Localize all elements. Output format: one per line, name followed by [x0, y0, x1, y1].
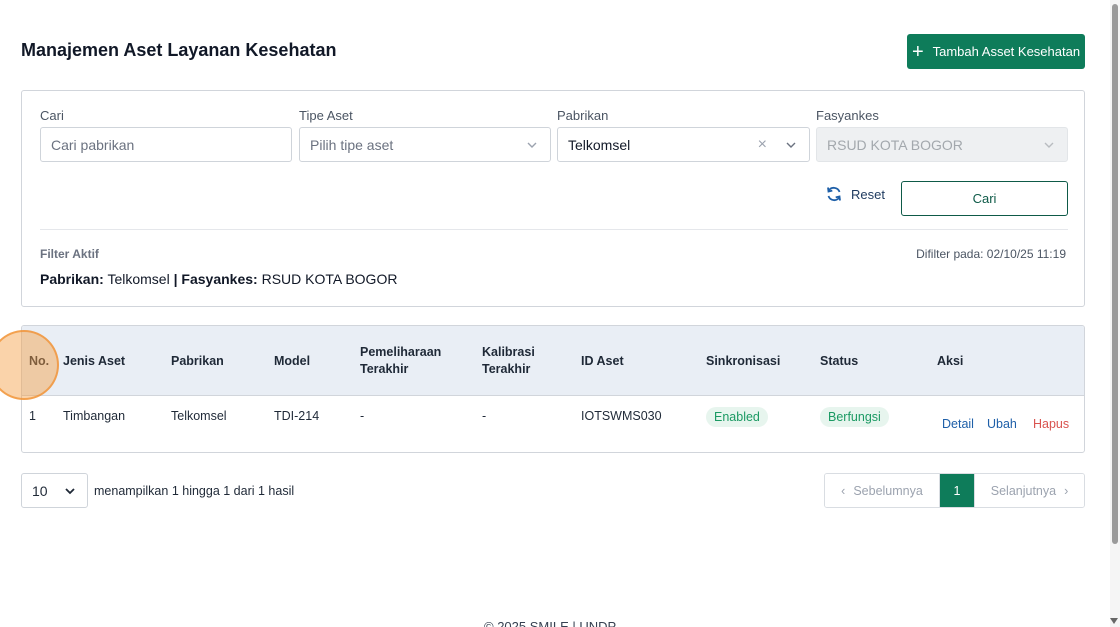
col-calibration-line2: Terakhir: [482, 362, 531, 376]
reset-label: Reset: [851, 186, 885, 202]
col-actions: Aksi: [937, 354, 964, 368]
footer-text: © 2025 SMILE | UNDP: [484, 619, 617, 627]
facility-label: Fasyankes: [816, 108, 879, 123]
cell-maintenance: -: [360, 409, 365, 423]
add-asset-button[interactable]: + Tambah Asset Kesehatan: [907, 34, 1085, 69]
col-model: Model: [274, 354, 311, 368]
sync-badge: Enabled: [706, 407, 768, 427]
chevron-left-icon: ‹: [841, 483, 846, 498]
reset-button[interactable]: Reset: [825, 185, 885, 203]
filtered-at-timestamp: Difilter pada: 02/10/25 11:19: [916, 247, 1066, 261]
scroll-down-arrow-icon[interactable]: [1110, 618, 1118, 624]
col-maintenance: Pemeliharaan Terakhir: [360, 344, 441, 378]
active-facility-value: RSUD KOTA BOGOR: [261, 271, 398, 287]
search-input[interactable]: Cari pabrikan: [40, 127, 292, 162]
delete-link[interactable]: Hapus: [1033, 417, 1069, 431]
col-calibration-line1: Kalibrasi: [482, 345, 535, 359]
col-sync: Sinkronisasi: [706, 354, 781, 368]
active-filter-heading: Filter Aktif: [40, 247, 99, 261]
chevron-right-icon: ›: [1064, 483, 1069, 498]
active-separator: |: [173, 271, 178, 287]
asset-type-select[interactable]: Pilih tipe aset: [299, 127, 551, 162]
detail-link[interactable]: Detail: [942, 417, 974, 431]
scrollbar-thumb[interactable]: [1112, 4, 1118, 544]
search-label: Cari: [40, 108, 64, 123]
add-asset-button-label: Tambah Asset Kesehatan: [932, 44, 1081, 59]
page-size-value: 10: [32, 482, 48, 499]
clipped-header-text: [375, 0, 725, 5]
vertical-scrollbar[interactable]: [1110, 0, 1120, 627]
chevron-down-icon: [65, 488, 75, 495]
col-calibration: Kalibrasi Terakhir: [482, 344, 535, 378]
active-facility-key: Fasyankes:: [181, 271, 258, 287]
pagination: ‹ Sebelumnya 1 Selanjutnya ›: [824, 473, 1085, 508]
refresh-icon: [827, 186, 841, 202]
facility-select: RSUD KOTA BOGOR: [816, 127, 1068, 162]
manufacturer-select[interactable]: Telkomsel ×: [557, 127, 810, 162]
col-status: Status: [820, 354, 859, 368]
search-placeholder: Cari pabrikan: [51, 136, 135, 153]
cell-no: 1: [29, 409, 36, 423]
cell-manufacturer: Telkomsel: [171, 409, 227, 423]
cell-model: TDI-214: [274, 409, 320, 423]
chevron-down-icon: [1044, 142, 1054, 148]
asset-type-placeholder: Pilih tipe aset: [310, 136, 394, 153]
clear-icon[interactable]: ×: [758, 136, 767, 154]
table-header: No. Jenis Aset Pabrikan Model Pemelihara…: [22, 326, 1084, 396]
col-type: Jenis Aset: [63, 354, 126, 368]
next-page-button[interactable]: Selanjutnya ›: [974, 474, 1084, 507]
prev-page-button[interactable]: ‹ Sebelumnya: [825, 474, 940, 507]
prev-page-label: Sebelumnya: [853, 483, 923, 498]
facility-value: RSUD KOTA BOGOR: [827, 136, 963, 153]
chevron-down-icon: [786, 142, 796, 148]
asset-type-label: Tipe Aset: [299, 108, 353, 123]
active-manufacturer-value: Telkomsel: [107, 271, 170, 287]
col-maintenance-line1: Pemeliharaan: [360, 345, 442, 359]
edit-link[interactable]: Ubah: [987, 417, 1017, 431]
cell-calibration: -: [482, 409, 487, 423]
next-page-label: Selanjutnya: [990, 483, 1057, 498]
filter-panel: Cari Cari pabrikan Tipe Aset Pilih tipe …: [21, 90, 1085, 307]
asset-table: No. Jenis Aset Pabrikan Model Pemelihara…: [21, 325, 1085, 453]
plus-icon: +: [911, 40, 924, 63]
manufacturer-value: Telkomsel: [568, 136, 631, 153]
results-summary: menampilkan 1 hingga 1 dari 1 hasil: [94, 484, 295, 498]
page-title: Manajemen Aset Layanan Kesehatan: [21, 40, 337, 60]
divider: [40, 229, 1068, 230]
cell-type: Timbangan: [63, 409, 126, 423]
col-asset-id: ID Aset: [581, 354, 624, 368]
active-manufacturer-key: Pabrikan:: [40, 271, 104, 287]
status-badge: Berfungsi: [820, 407, 889, 427]
col-maintenance-line2: Terakhir: [360, 362, 409, 376]
chevron-down-icon: [527, 142, 537, 148]
col-manufacturer: Pabrikan: [171, 354, 224, 368]
active-filter-summary: Pabrikan: Telkomsel | Fasyankes: RSUD KO…: [40, 271, 397, 287]
manufacturer-label: Pabrikan: [557, 108, 609, 123]
search-button[interactable]: Cari: [901, 181, 1068, 216]
cell-asset-id: IOTSWMS030: [581, 409, 662, 423]
page-size-select[interactable]: 10: [21, 473, 88, 508]
page-1-button[interactable]: 1: [940, 474, 974, 507]
